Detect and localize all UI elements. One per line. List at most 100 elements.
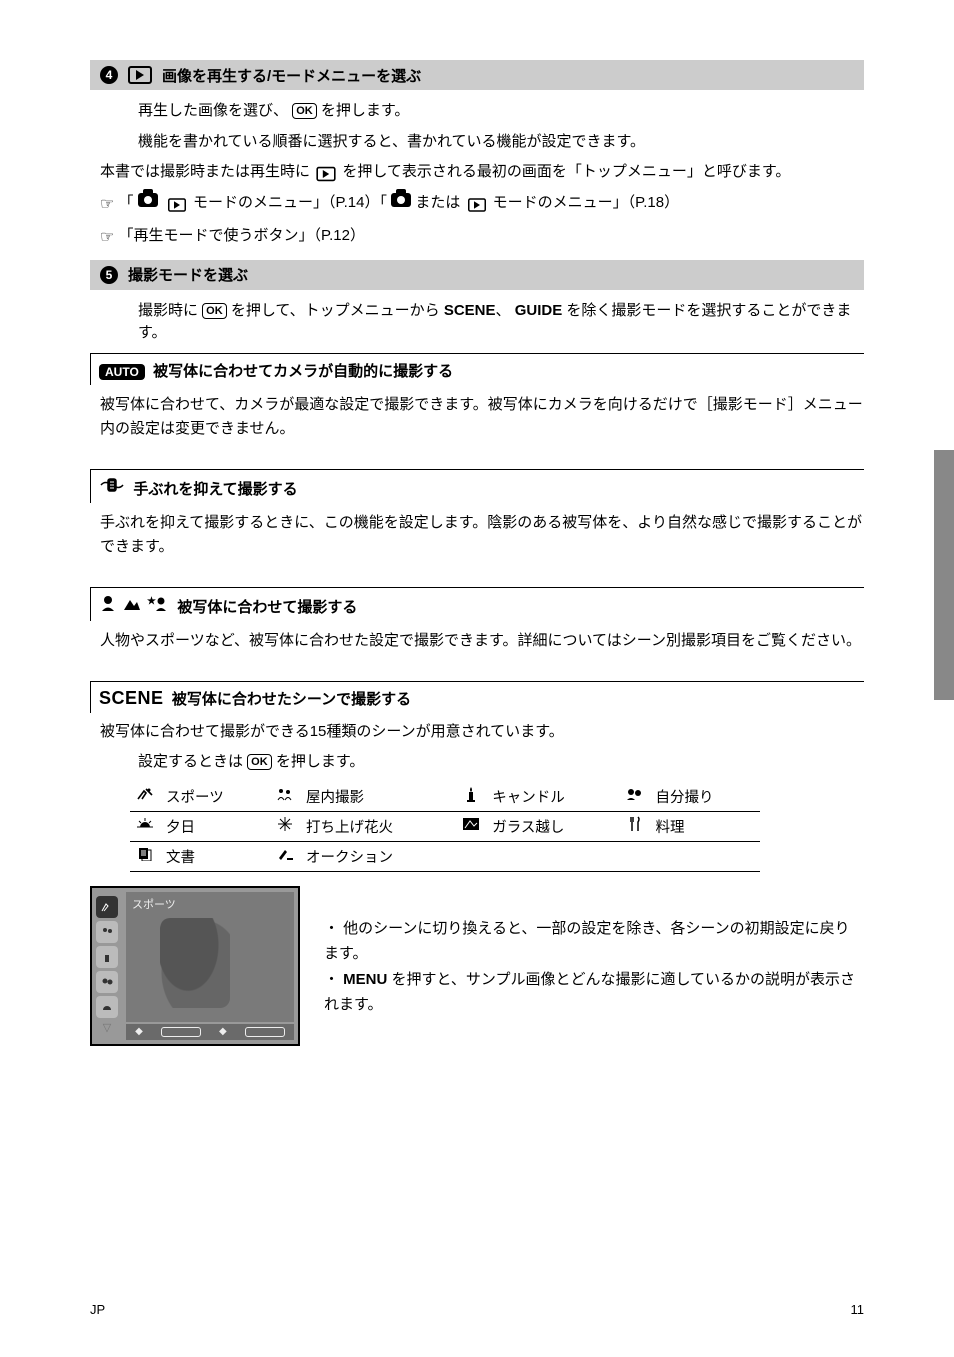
text: モードのメニュー」（P.14）「 [193,194,387,211]
mode-scene-ok-line: 設定するときは OK を押します。 [138,751,864,774]
lcd-bottom-bar: ◆ ◆ [126,1024,294,1040]
cuisine-icon [626,817,644,831]
table-row: 夕日 打ち上げ花火 ガラス越し 料理 [130,811,760,841]
text: 本書では撮影時または再生時に [100,163,314,180]
section-5-header: 5 撮影モードを選ぶ [90,260,864,290]
cell: 料理 [650,811,760,841]
section-4-extra: 本書では撮影時または再生時に を押して表示される最初の画面を「トップメニュー」と… [100,161,864,184]
playback-icon-small [317,167,336,181]
mode-plk-title: 被写体に合わせて撮影する [177,599,357,616]
table-row: スポーツ 屋内撮影 キャンドル 自分撮り [130,782,760,812]
text: 撮影時に [138,302,202,319]
lcd-side-item-self [96,971,118,993]
lcd-preview: ▽ スポーツ ◆ ◆ [90,886,300,1046]
scene-keyword: SCENE [444,302,496,319]
camera-icon-2 [391,193,411,207]
guide-keyword: GUIDE [515,302,563,319]
mode-is-desc: 手ぶれを抑えて撮影するときに、この機能を設定します。陰影のある被写体を、より自然… [90,507,864,579]
mode-auto-title: 被写体に合わせてカメラが自動的に撮影する [153,363,453,380]
menu-keyword: MENU [343,971,387,988]
lcd-side-item-candle [96,946,118,968]
text: 設定するときは [138,753,247,770]
landscape-icon [123,594,141,612]
step-number-4: 4 [100,66,118,84]
footer-right: 11 [851,1302,865,1317]
ok-button-icon-3: OK [247,754,272,770]
indoor-icon [276,787,294,801]
firework-icon [276,817,294,831]
lcd-side-item-indoor [96,921,118,943]
cell: オークション [300,841,456,871]
table-row: 文書 オークション [130,841,760,871]
text: を押します。 [276,753,365,770]
camera-icon [138,193,158,207]
text: モードのメニュー」（P.18） [493,194,679,211]
page-footer: JP 11 [0,1302,954,1317]
mode-auto-header: AUTO 被写体に合わせてカメラが自動的に撮影する [90,353,864,385]
playback-icon-inline [168,198,186,212]
playback-icon-inline-2 [468,198,486,212]
step-number-5: 5 [100,266,118,284]
mode-plk-desc: 人物やスポーツなど、被写体に合わせた設定で撮影できます。詳細についてはシーン別撮… [90,625,864,673]
reference-hand-icon: ☞ [100,196,114,213]
text: を押して表示される最初の画面を「トップメニュー」と呼びます。 [342,163,790,180]
text: を押して、トップメニューから [231,302,444,319]
down-arrow-icon: ▽ [103,1021,111,1034]
text: または [415,194,464,211]
auction-icon [276,847,294,861]
caption-b: ・ MENU を押すと、サンプル画像とどんな撮影に適しているかの説明が表示されま… [324,967,864,1018]
mode-scene-title: 被写体に合わせたシーンで撮影する [172,691,411,708]
lcd-title: スポーツ [132,896,176,912]
portrait-icon [99,594,117,612]
section-4-ref-a: ☞ 「 モードのメニュー」（P.14）「 または モードのメニュー」（P.18） [100,192,864,217]
mode-plk-header: ★ 被写体に合わせて撮影する [90,587,864,621]
svg-text:★: ★ [147,596,156,607]
sunset-icon [136,817,154,831]
text: 「 [119,194,134,211]
text: を押すと、サンプル画像とどんな撮影に適しているかの説明が表示されます。 [324,971,855,1014]
footer-left: JP [90,1302,105,1317]
section-4-ref-b: ☞ 「再生モードで使うボタン」（P.12） [100,225,864,250]
text: 再生した画像を選び、 [138,102,288,119]
night-portrait-icon: ★ [147,594,169,612]
cell: 打ち上げ花火 [300,811,456,841]
section-4-line1: 再生した画像を選び、 OK を押します。 [138,100,864,123]
mode-is-header: 手ぶれを抑えて撮影する [90,469,864,503]
mode-scene-desc: 被写体に合わせて撮影ができる15種類のシーンが用意されています。 [100,721,864,744]
mode-auto-desc: 被写体に合わせて、カメラが最適な設定で撮影できます。被写体にカメラを向けるだけで… [90,389,864,461]
lcd-side-item-sports [96,896,118,918]
lcd-back-label [161,1027,201,1037]
lcd-ok-label [245,1027,285,1037]
text: 「再生モードで使うボタン」（P.12） [119,227,365,244]
section-5-line1: 撮影時に OK を押して、トップメニューから SCENE、 GUIDE を除く撮… [138,300,864,345]
sports-icon [136,787,154,801]
cell: ガラス越し [486,811,619,841]
lcd-caption: ・ 他のシーンに切り換えると、一部の設定を除き、各シーンの初期設定に戻ります。 … [324,886,864,1018]
cell: 夕日 [160,811,270,841]
text: ・ [324,971,343,988]
lcd-side-list: ▽ [92,896,122,1036]
lcd-silhouette [160,918,230,1008]
lcd-image-area: スポーツ [126,892,294,1022]
auto-badge: AUTO [99,364,145,380]
section-4-line2: 機能を書かれている順番に選択すると、書かれている機能が設定できます。 [138,131,864,154]
cell: スポーツ [160,782,270,812]
cell: 文書 [160,841,270,871]
mode-is-title: 手ぶれを抑えて撮影する [133,481,297,498]
lcd-side-item-sunset [96,996,118,1018]
section-5-title: 撮影モードを選ぶ [128,264,248,285]
section-4-header: 4 画像を再生する/モードメニューを選ぶ [90,60,864,90]
selfportrait-icon [626,787,644,801]
documents-icon [136,847,154,861]
is-icon [99,476,125,494]
ok-button-icon: OK [292,103,317,119]
scene-label: SCENE [99,688,164,708]
playback-icon [128,66,152,84]
scene-3icons: ★ [99,594,169,612]
cell: 自分撮り [650,782,760,812]
lcd-row: ▽ スポーツ ◆ ◆ ・ 他のシーンに切り換えると、一部の設定を除き、各シーンの… [90,886,864,1046]
reference-hand-icon-2: ☞ [100,229,114,246]
side-tab [934,450,954,700]
mode-scene-header: SCENE 被写体に合わせたシーンで撮影する [90,681,864,713]
scene-table: スポーツ 屋内撮影 キャンドル 自分撮り 夕日 打ち上げ花火 ガラス越し 料理 … [130,782,760,872]
